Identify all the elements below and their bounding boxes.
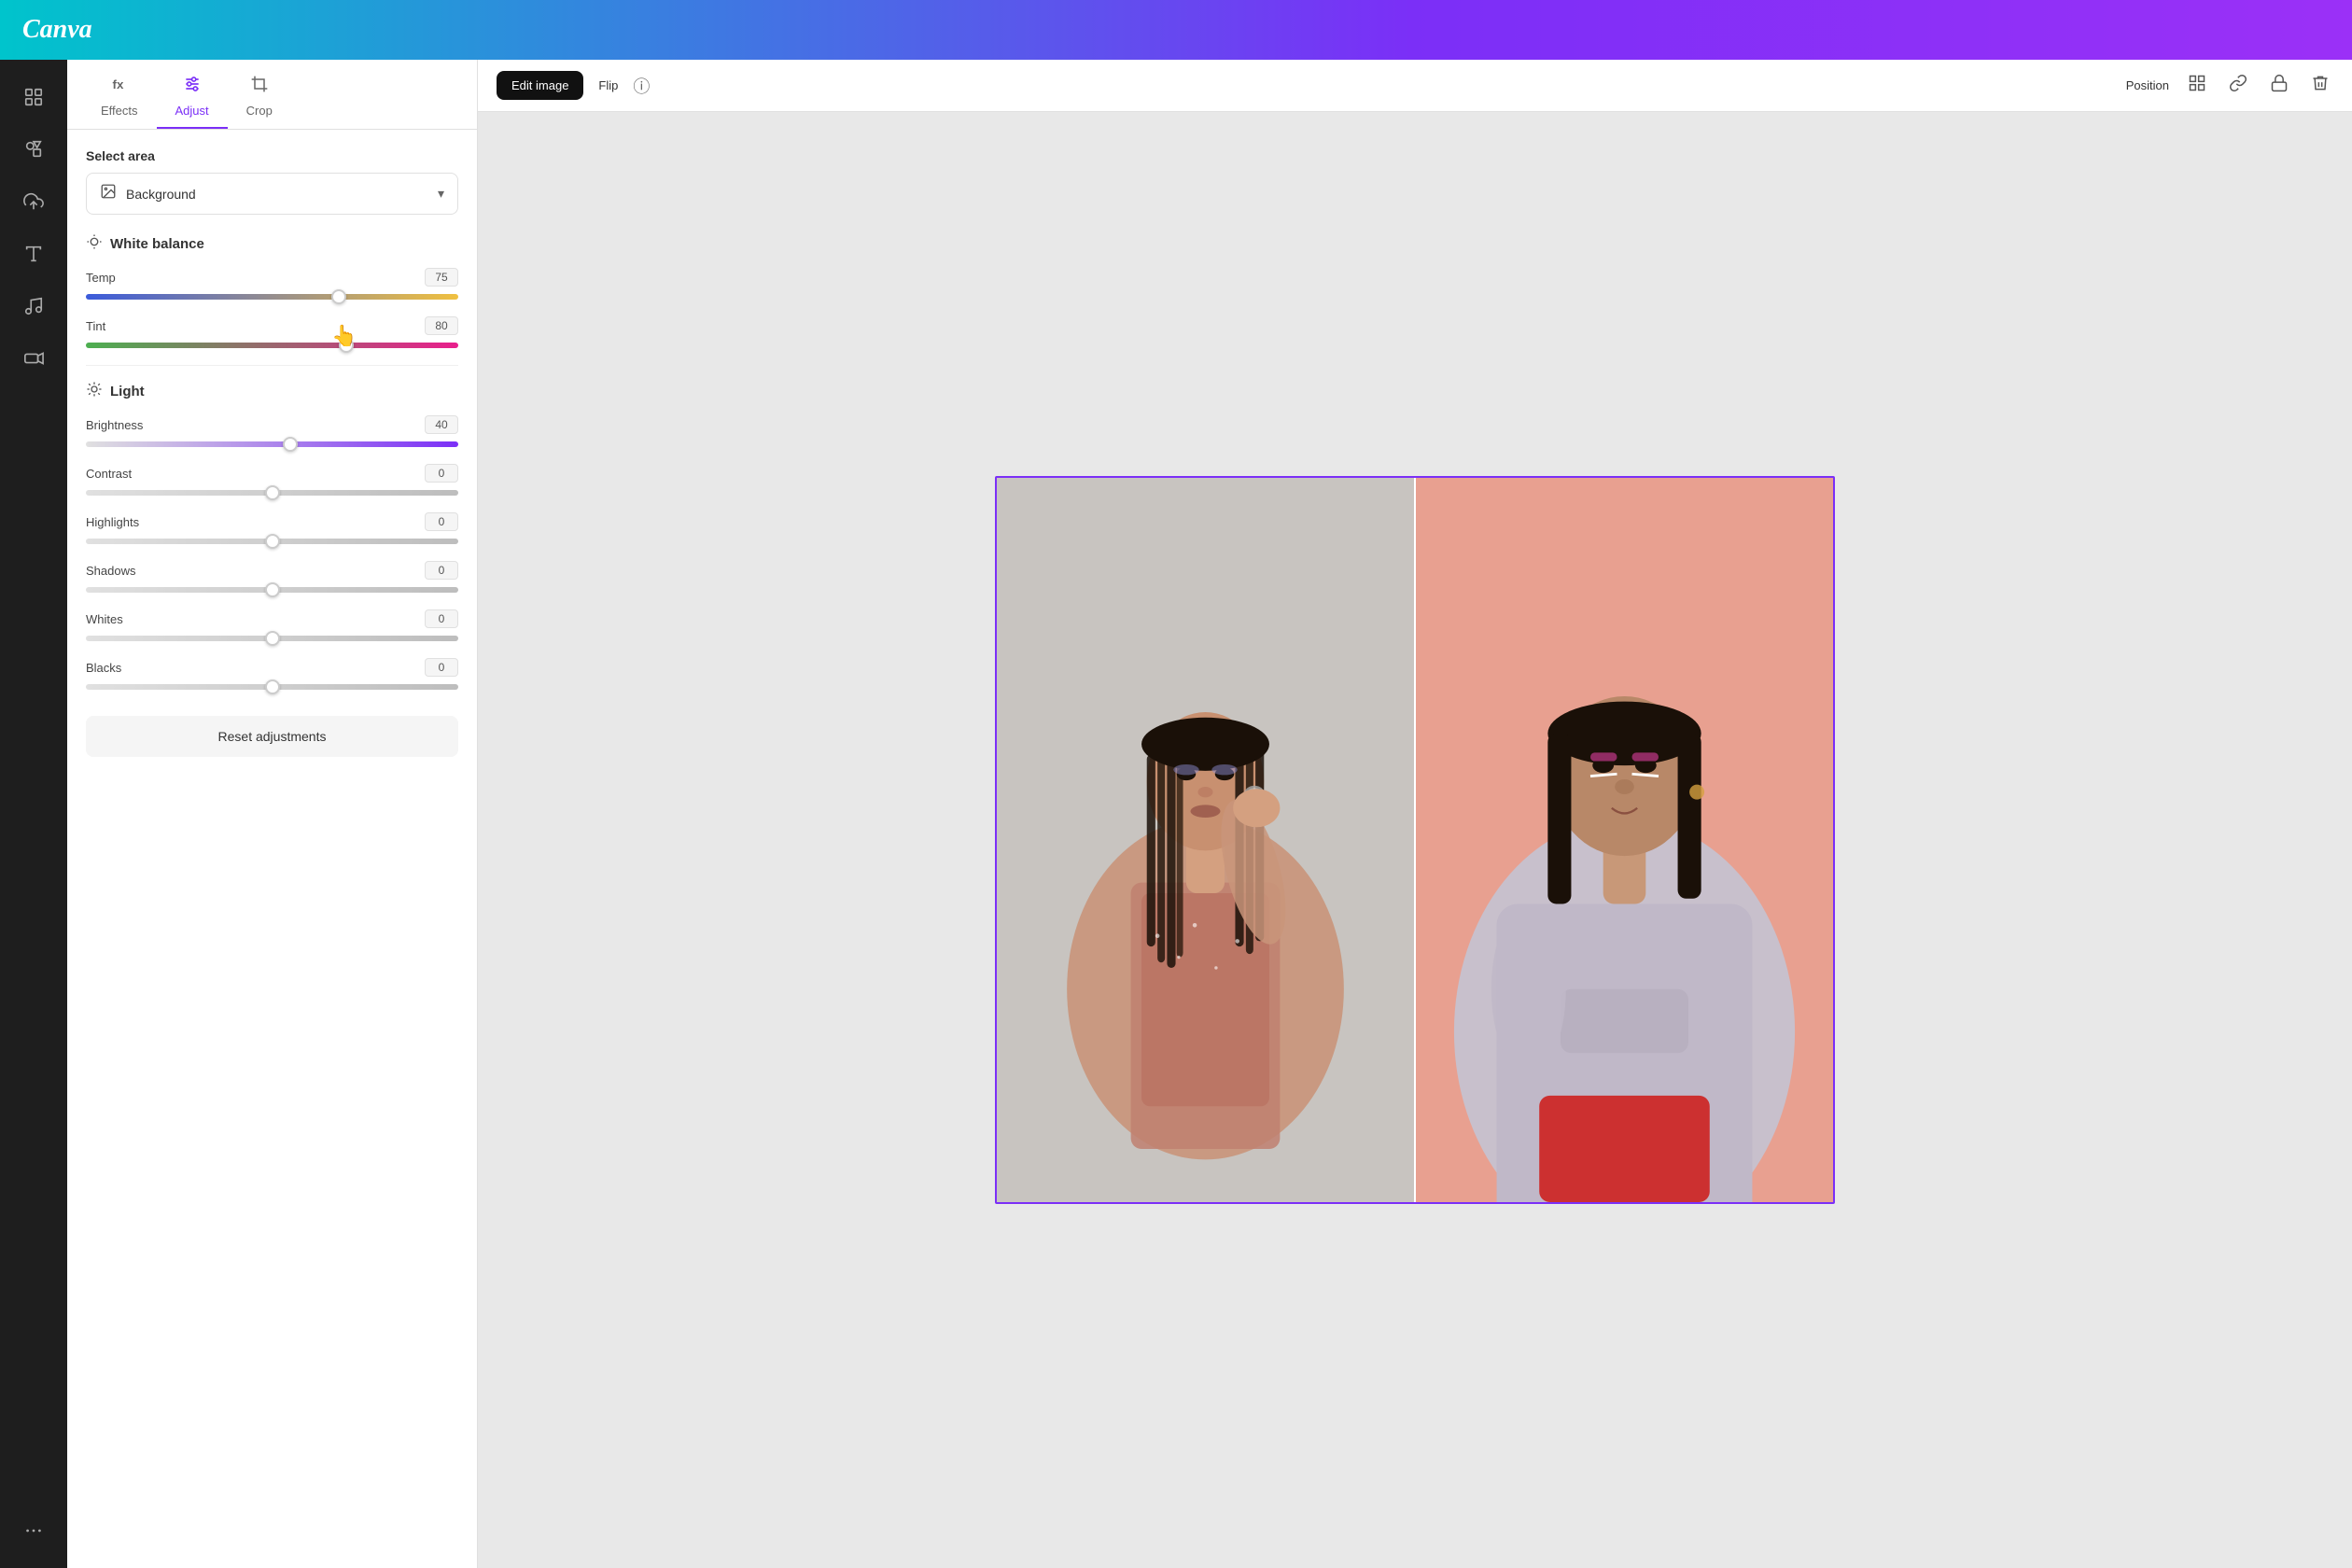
canvas-wrapper[interactable] [995, 476, 1835, 1204]
toolbar-right: Position [2126, 70, 2333, 101]
panel-content: Select area Background ▾ [67, 130, 477, 1568]
highlights-slider[interactable] [86, 539, 458, 544]
contrast-value[interactable]: 0 [425, 464, 458, 483]
whites-slider-thumb[interactable] [265, 631, 280, 646]
whites-slider-row: Whites 0 [86, 609, 458, 641]
sidebar-item-text[interactable] [11, 231, 56, 276]
delete-icon[interactable] [2307, 70, 2333, 101]
section-divider-1 [86, 365, 458, 366]
area-dropdown-text: Background [126, 187, 428, 202]
effects-icon: fx [110, 75, 129, 98]
blacks-slider[interactable] [86, 684, 458, 690]
top-header: Canva [0, 0, 2352, 60]
sidebar-item-upload[interactable] [11, 179, 56, 224]
sidebar-item-more[interactable] [11, 1508, 56, 1553]
tint-value[interactable]: 80 [425, 316, 458, 335]
icon-bar [0, 60, 67, 1568]
tab-bar: fx Effects Adjust [67, 60, 477, 130]
canvas-area [478, 112, 2352, 1568]
brightness-slider-thumb[interactable] [283, 437, 298, 452]
light-icon [86, 381, 103, 402]
contrast-label: Contrast [86, 467, 132, 481]
adjust-panel: fx Effects Adjust [67, 60, 478, 1568]
blacks-slider-thumb[interactable] [265, 679, 280, 694]
tab-adjust[interactable]: Adjust [157, 60, 228, 129]
crop-icon [250, 75, 269, 98]
tab-crop[interactable]: Crop [228, 60, 291, 129]
grid-icon[interactable] [2184, 70, 2210, 101]
info-icon[interactable]: ⓘ [633, 74, 650, 98]
brightness-label: Brightness [86, 418, 143, 432]
shadows-slider[interactable] [86, 587, 458, 593]
shadows-label: Shadows [86, 564, 135, 578]
area-dropdown[interactable]: Background ▾ [86, 173, 458, 215]
edit-image-button[interactable]: Edit image [497, 71, 583, 100]
highlights-slider-thumb[interactable] [265, 534, 280, 549]
blacks-value[interactable]: 0 [425, 658, 458, 677]
top-toolbar: Edit image Flip ⓘ Position [478, 60, 2352, 112]
main-layout: fx Effects Adjust [0, 60, 2352, 1568]
position-label[interactable]: Position [2126, 78, 2169, 92]
highlights-label: Highlights [86, 515, 139, 529]
tint-slider-thumb[interactable] [339, 338, 354, 353]
brightness-value[interactable]: 40 [425, 415, 458, 434]
tab-effects[interactable]: fx Effects [82, 60, 157, 129]
temp-slider[interactable] [86, 294, 458, 300]
photo-right [1416, 478, 1833, 1202]
sidebar-item-music[interactable] [11, 284, 56, 329]
photo-left [997, 478, 1414, 1202]
brightness-slider-row: Brightness 40 [86, 415, 458, 447]
whites-value[interactable]: 0 [425, 609, 458, 628]
tab-crop-label: Crop [246, 104, 273, 118]
contrast-slider-row: Contrast 0 [86, 464, 458, 496]
white-balance-title: White balance [110, 236, 204, 252]
highlights-value[interactable]: 0 [425, 512, 458, 531]
highlights-slider-row: Highlights 0 [86, 512, 458, 544]
reset-adjustments-button[interactable]: Reset adjustments [86, 716, 458, 757]
lock-icon[interactable] [2266, 70, 2292, 101]
light-section-header: Light [86, 381, 458, 402]
tab-effects-label: Effects [101, 104, 138, 118]
whites-label: Whites [86, 612, 123, 626]
contrast-slider[interactable] [86, 490, 458, 496]
light-title: Light [110, 384, 145, 399]
shadows-slider-thumb[interactable] [265, 582, 280, 597]
sidebar-item-elements[interactable] [11, 127, 56, 172]
shadows-value[interactable]: 0 [425, 561, 458, 580]
tab-adjust-label: Adjust [175, 104, 209, 118]
shadows-slider-row: Shadows 0 [86, 561, 458, 593]
canva-logo: Canva [22, 15, 92, 45]
temp-label: Temp [86, 271, 116, 285]
temp-slider-thumb[interactable] [331, 289, 346, 304]
flip-button[interactable]: Flip [598, 78, 618, 92]
white-balance-section-header: White balance [86, 233, 458, 255]
adjust-icon [183, 75, 202, 98]
temp-value[interactable]: 75 [425, 268, 458, 287]
sidebar-item-video[interactable] [11, 336, 56, 381]
select-area-label: Select area [86, 148, 458, 163]
image-icon [100, 183, 117, 204]
whites-slider[interactable] [86, 636, 458, 641]
tint-slider-row: Tint 80 👆 [86, 316, 458, 348]
tint-label: Tint [86, 319, 105, 333]
contrast-slider-thumb[interactable] [265, 485, 280, 500]
sidebar-item-dashboard[interactable] [11, 75, 56, 119]
link-icon[interactable] [2225, 70, 2251, 101]
brightness-slider[interactable] [86, 441, 458, 447]
white-balance-icon [86, 233, 103, 255]
chevron-down-icon: ▾ [438, 186, 444, 202]
blacks-slider-row: Blacks 0 [86, 658, 458, 690]
temp-slider-row: Temp 75 [86, 268, 458, 300]
tint-slider[interactable]: 👆 [86, 343, 458, 348]
blacks-label: Blacks [86, 661, 121, 675]
svg-text:fx: fx [112, 77, 123, 91]
